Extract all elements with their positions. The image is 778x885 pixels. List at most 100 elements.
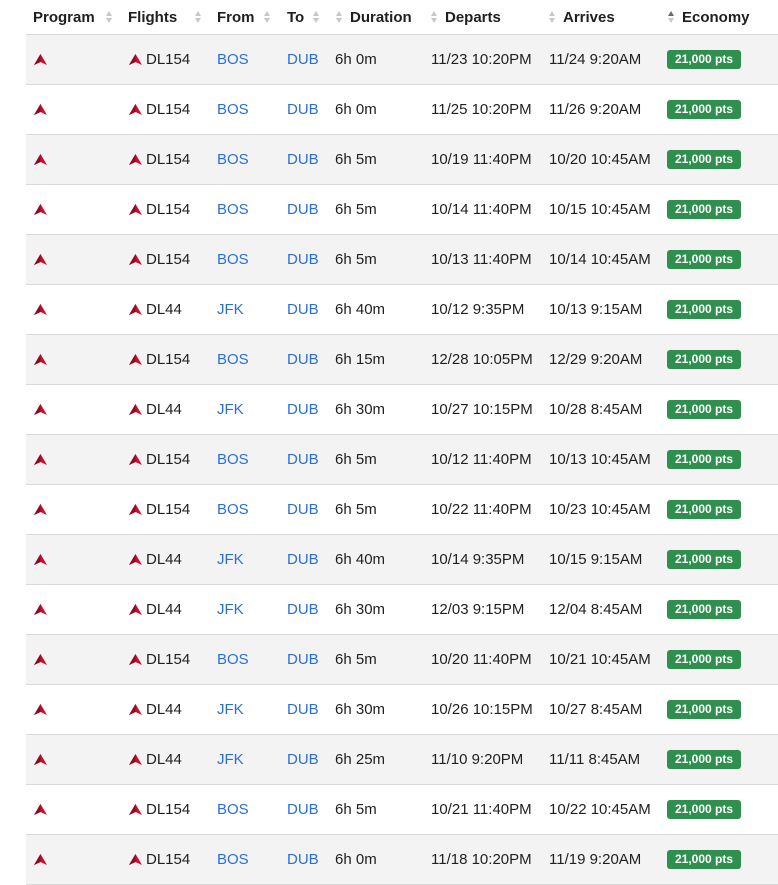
column-header-economy[interactable]: Economy [667,0,750,34]
destination-link[interactable]: DUB [287,485,319,534]
economy-price-badge[interactable]: 21,000 pts [667,800,742,819]
destination-link[interactable]: DUB [287,135,319,184]
economy-price-badge[interactable]: 21,000 pts [667,150,742,169]
origin-link[interactable]: BOS [217,35,249,84]
economy-price-badge[interactable]: 21,000 pts [667,400,742,419]
column-header-arrives[interactable]: Arrives [548,0,615,34]
departs-cell: 12/03 9:15PM [431,601,525,618]
table-row[interactable]: DL44 JFK DUB 6h 40m 10/14 9:35PM 10/15 9:15AM… [26,535,778,585]
table-row[interactable]: DL154 BOS DUB 6h 5m 10/13 11:40PM 10/14 10:45… [26,235,778,285]
flight-number: DL44 [146,601,182,618]
destination-link[interactable]: DUB [287,35,319,84]
table-row[interactable]: DL154 BOS DUB 6h 5m 10/19 11:40PM 10/20 10:45… [26,135,778,185]
origin-link[interactable]: JFK [217,735,244,784]
table-row[interactable]: DL44 JFK DUB 6h 30m 10/27 10:15PM 10/28 8:45A… [26,385,778,435]
origin-link[interactable]: JFK [217,285,244,334]
origin-link[interactable]: BOS [217,635,249,684]
origin-link[interactable]: BOS [217,235,249,284]
origin-link[interactable]: BOS [217,135,249,184]
program-cell [34,435,47,484]
table-row[interactable]: DL154 BOS DUB 6h 0m 11/25 10:20PM 11/26 9:20A… [26,85,778,135]
duration-cell: 6h 0m [335,101,377,118]
table-row[interactable]: DL44 JFK DUB 6h 25m 11/10 9:20PM 11/11 8:45AM… [26,735,778,785]
origin-link[interactable]: JFK [217,385,244,434]
destination-link[interactable]: DUB [287,685,319,734]
destination-link[interactable]: DUB [287,785,319,834]
program-cell [34,535,47,584]
destination-link[interactable]: DUB [287,585,319,634]
table-row[interactable]: DL154 BOS DUB 6h 5m 10/12 11:40PM 10/13 10:45… [26,435,778,485]
column-header-from[interactable]: From [217,0,271,34]
economy-price-badge[interactable]: 21,000 pts [667,100,742,119]
delta-logo-icon [34,704,47,715]
table-row[interactable]: DL44 JFK DUB 6h 40m 10/12 9:35PM 10/13 9:15AM… [26,285,778,335]
origin-link[interactable]: BOS [217,435,249,484]
sort-icon [105,8,113,26]
destination-link[interactable]: DUB [287,285,319,334]
economy-price-badge[interactable]: 21,000 pts [667,700,742,719]
table-row[interactable]: DL44 JFK DUB 6h 30m 12/03 9:15PM 12/04 8:45AM… [26,585,778,635]
destination-link[interactable]: DUB [287,335,319,384]
economy-price-badge[interactable]: 21,000 pts [667,250,742,269]
table-row[interactable]: DL154 BOS DUB 6h 15m 12/28 10:05PM 12/29 9:20… [26,335,778,385]
origin-link[interactable]: BOS [217,485,249,534]
economy-price-badge[interactable]: 21,000 pts [667,650,742,669]
economy-price-badge[interactable]: 21,000 pts [667,300,742,319]
destination-link[interactable]: DUB [287,835,319,884]
origin-link[interactable]: BOS [217,835,249,884]
table-row[interactable]: DL44 JFK DUB 6h 30m 10/26 10:15PM 10/27 8:45A… [26,685,778,735]
economy-price-badge[interactable]: 21,000 pts [667,350,742,369]
duration-cell: 6h 5m [335,451,377,468]
economy-price-badge[interactable]: 21,000 pts [667,850,742,869]
table-row[interactable]: DL154 BOS DUB 6h 5m 10/20 11:40PM 10/21 10:45… [26,635,778,685]
destination-link[interactable]: DUB [287,535,319,584]
column-header-label: Flights [128,8,178,26]
flight-number: DL154 [146,51,191,68]
column-header-to[interactable]: To [287,0,320,34]
destination-link[interactable]: DUB [287,385,319,434]
column-header-program[interactable]: Program [33,0,113,34]
origin-link[interactable]: BOS [217,85,249,134]
table-row[interactable]: DL154 BOS DUB 6h 0m 11/23 10:20PM 11/24 9:20A… [26,35,778,85]
economy-price-badge[interactable]: 21,000 pts [667,50,742,69]
column-header-departs[interactable]: Departs [430,0,501,34]
economy-cell: 21,000 pts [667,585,742,634]
table-row[interactable]: DL154 BOS DUB 6h 5m 10/14 11:40PM 10/15 10:45… [26,185,778,235]
origin-link[interactable]: JFK [217,685,244,734]
departs-cell: 10/13 11:40PM [431,251,532,268]
table-row[interactable]: DL154 BOS DUB 6h 5m 10/22 11:40PM 10/23 10:45… [26,485,778,535]
origin-link[interactable]: BOS [217,785,249,834]
duration-cell: 6h 0m [335,851,377,868]
destination-link[interactable]: DUB [287,735,319,784]
economy-price-badge[interactable]: 21,000 pts [667,450,742,469]
flight-number: DL154 [146,801,191,818]
destination-link[interactable]: DUB [287,185,319,234]
column-header-duration[interactable]: Duration [335,0,412,34]
origin-link[interactable]: BOS [217,185,249,234]
program-cell [34,635,47,684]
sort-icon [335,8,343,26]
duration-cell: 6h 15m [335,351,386,368]
destination-link[interactable]: DUB [287,435,319,484]
origin-link[interactable]: BOS [217,335,249,384]
destination-link[interactable]: DUB [287,235,319,284]
origin-link[interactable]: JFK [217,535,244,584]
destination-link[interactable]: DUB [287,635,319,684]
destination-link[interactable]: DUB [287,85,319,134]
table-row[interactable]: DL154 BOS DUB 6h 5m 10/21 11:40PM 10/22 10:45… [26,785,778,835]
delta-logo-icon [34,854,47,865]
economy-price-badge[interactable]: 21,000 pts [667,600,742,619]
column-header-flights[interactable]: Flights [128,0,202,34]
economy-cell: 21,000 pts [667,85,742,134]
origin-link[interactable]: JFK [217,585,244,634]
delta-logo-icon [34,154,47,165]
table-row[interactable]: DL154 BOS DUB 6h 0m 11/18 10:20PM 11/19 9:20A… [26,835,778,885]
economy-price-badge[interactable]: 21,000 pts [667,500,742,519]
economy-price-badge[interactable]: 21,000 pts [667,200,742,219]
duration-cell: 6h 30m [335,701,386,718]
economy-price-badge[interactable]: 21,000 pts [667,750,742,769]
economy-cell: 21,000 pts [667,385,742,434]
economy-price-badge[interactable]: 21,000 pts [667,550,742,569]
arrives-cell: 11/19 9:20AM [549,851,642,868]
departs-cell: 10/21 11:40PM [431,801,532,818]
